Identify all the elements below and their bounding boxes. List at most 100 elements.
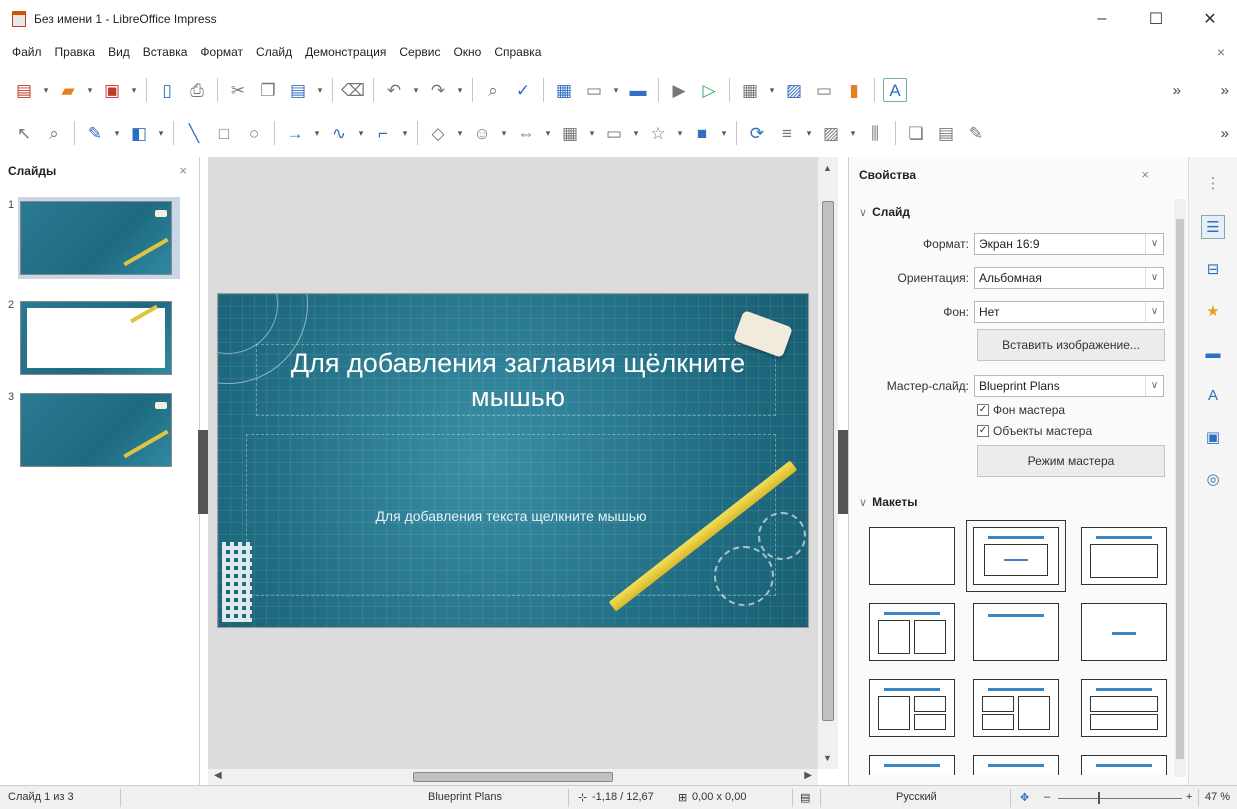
menu-view[interactable]: Вид bbox=[108, 45, 130, 59]
crop-icon[interactable]: ▤ bbox=[934, 121, 958, 145]
rotate-icon[interactable]: ⟳ bbox=[745, 121, 769, 145]
curve-tool-icon[interactable]: ∿ bbox=[327, 121, 351, 145]
menu-edit[interactable]: Правка bbox=[55, 45, 96, 59]
stars-icon[interactable]: ☆ bbox=[646, 121, 670, 145]
scroll-right-icon[interactable]: ▶ bbox=[804, 770, 812, 781]
layout-title-content-two[interactable] bbox=[869, 679, 955, 737]
flowchart-icon[interactable]: ▦ bbox=[558, 121, 582, 145]
menu-help[interactable]: Справка bbox=[494, 45, 541, 59]
zoom-in-button[interactable]: + bbox=[1186, 791, 1192, 803]
layout-title-only-content[interactable] bbox=[1081, 527, 1167, 585]
scroll-up-icon[interactable]: ▲ bbox=[823, 163, 832, 173]
slide-transition-icon[interactable]: ⊟ bbox=[1201, 257, 1225, 281]
minimize-button[interactable]: – bbox=[1075, 0, 1129, 38]
current-slide[interactable]: Для добавления заглавия щёлкните мышью Д… bbox=[218, 294, 808, 627]
layout-title-content-over[interactable] bbox=[1081, 679, 1167, 737]
insert-image-icon[interactable]: ▨ bbox=[782, 78, 806, 102]
master-slide-select[interactable]: Blueprint Plans ∨ bbox=[974, 375, 1164, 397]
slide-section-header[interactable]: ∨ Слайд bbox=[859, 205, 910, 219]
layout-title-content[interactable] bbox=[966, 520, 1066, 592]
layout-centered-text[interactable] bbox=[1081, 603, 1167, 661]
stars-dropdown-icon[interactable]: ▾ bbox=[676, 121, 684, 145]
block-arrows-icon[interactable]: ⇔ bbox=[514, 121, 538, 145]
menu-file[interactable]: Файл bbox=[12, 45, 42, 59]
menu-insert[interactable]: Вставка bbox=[143, 45, 188, 59]
slide-thumbnail-2[interactable]: 2 bbox=[8, 297, 180, 379]
workspace-horizontal-scrollbar[interactable]: ◀ ▶ bbox=[208, 769, 818, 785]
animation-icon[interactable]: ★ bbox=[1201, 299, 1225, 323]
block-arrows-dropdown-icon[interactable]: ▾ bbox=[544, 121, 552, 145]
insert-image-button[interactable]: Вставить изображение... bbox=[977, 329, 1165, 361]
print-icon[interactable]: ⎙ bbox=[185, 78, 209, 102]
callout-dropdown-icon[interactable]: ▾ bbox=[632, 121, 640, 145]
navigator-icon[interactable]: ◎ bbox=[1201, 467, 1225, 491]
insert-textbox-icon[interactable]: A bbox=[883, 78, 907, 102]
master-slide-icon[interactable]: ▬ bbox=[626, 78, 650, 102]
close-window-button[interactable]: ✕ bbox=[1183, 0, 1237, 38]
fill-color-dropdown-icon[interactable]: ▾ bbox=[157, 121, 165, 145]
symbol-shapes-icon[interactable]: ☺ bbox=[470, 121, 494, 145]
layout-partial[interactable] bbox=[1081, 755, 1167, 775]
new-dropdown-icon[interactable]: ▾ bbox=[42, 78, 50, 102]
insert-media-icon[interactable]: ▭ bbox=[812, 78, 836, 102]
close-properties-button[interactable]: × bbox=[1141, 167, 1149, 182]
zoom-percent[interactable]: 47 % bbox=[1205, 791, 1230, 803]
close-document-button[interactable]: × bbox=[1217, 44, 1225, 60]
save-dropdown-icon[interactable]: ▾ bbox=[130, 78, 138, 102]
spelling-icon[interactable]: ✓ bbox=[511, 78, 535, 102]
distribute-icon[interactable]: ⫼ bbox=[863, 121, 887, 145]
maximize-button[interactable]: ☐ bbox=[1129, 0, 1183, 38]
master-slide-name[interactable]: Blueprint Plans bbox=[428, 791, 502, 803]
menu-slide[interactable]: Слайд bbox=[256, 45, 292, 59]
scroll-thumb[interactable] bbox=[413, 772, 613, 782]
cut-icon[interactable]: ✂ bbox=[226, 78, 250, 102]
filter-icon[interactable]: ✎ bbox=[964, 121, 988, 145]
display-views-icon[interactable]: ▭ bbox=[582, 78, 606, 102]
workspace-vertical-scrollbar[interactable]: ▲ ▼ bbox=[818, 157, 838, 769]
slide-thumbnail-1[interactable]: 1 bbox=[8, 197, 180, 279]
align-dropdown-icon[interactable]: ▾ bbox=[805, 121, 813, 145]
toolbar-overflow-icon[interactable]: » bbox=[1221, 82, 1229, 99]
menu-slideshow[interactable]: Демонстрация bbox=[305, 45, 386, 59]
redo-dropdown-icon[interactable]: ▾ bbox=[456, 78, 464, 102]
callout-icon[interactable]: ▭ bbox=[602, 121, 626, 145]
layout-title-two-content[interactable] bbox=[869, 603, 955, 661]
layout-partial[interactable] bbox=[869, 755, 955, 775]
background-select[interactable]: Нет ∨ bbox=[974, 301, 1164, 323]
clone-formatting-icon[interactable]: ⌫ bbox=[341, 78, 365, 102]
slide-thumbnail-3[interactable]: 3 bbox=[8, 389, 180, 471]
layouts-section-header[interactable]: ∨ Макеты bbox=[859, 495, 918, 509]
master-mode-button[interactable]: Режим мастера bbox=[977, 445, 1165, 477]
zoom-slider[interactable] bbox=[1058, 798, 1182, 799]
scroll-thumb[interactable] bbox=[1176, 219, 1184, 759]
open-folder-icon[interactable]: ▰ bbox=[56, 78, 80, 102]
display-grid-icon[interactable]: ▦ bbox=[552, 78, 576, 102]
arrange-dropdown-icon[interactable]: ▾ bbox=[849, 121, 857, 145]
master-background-checkbox[interactable]: ✓ Фон мастера bbox=[977, 403, 1065, 417]
undo-dropdown-icon[interactable]: ▾ bbox=[412, 78, 420, 102]
3d-objects-dropdown-icon[interactable]: ▾ bbox=[720, 121, 728, 145]
left-pane-splitter[interactable] bbox=[198, 430, 208, 514]
curve-dropdown-icon[interactable]: ▾ bbox=[357, 121, 365, 145]
scroll-thumb[interactable] bbox=[822, 201, 834, 721]
find-replace-icon[interactable]: ⌕ bbox=[481, 78, 505, 102]
shadow-icon[interactable]: ❏ bbox=[904, 121, 928, 145]
table-dropdown-icon[interactable]: ▾ bbox=[768, 78, 776, 102]
copy-icon[interactable]: ❐ bbox=[256, 78, 280, 102]
open-dropdown-icon[interactable]: ▾ bbox=[86, 78, 94, 102]
display-views-dropdown-icon[interactable]: ▾ bbox=[612, 78, 620, 102]
ellipse-tool-icon[interactable]: ○ bbox=[242, 121, 266, 145]
properties-scrollbar[interactable] bbox=[1174, 199, 1186, 777]
gallery-icon[interactable]: ▣ bbox=[1201, 425, 1225, 449]
start-current-slide-icon[interactable]: ▷ bbox=[697, 78, 721, 102]
toolbar-overflow-icon[interactable]: » bbox=[1221, 125, 1229, 142]
menu-format[interactable]: Формат bbox=[200, 45, 243, 59]
export-pdf-icon[interactable]: ▯ bbox=[155, 78, 179, 102]
layout-title-only[interactable] bbox=[973, 603, 1059, 661]
menu-tools[interactable]: Сервис bbox=[399, 45, 440, 59]
3d-objects-icon[interactable]: ■ bbox=[690, 121, 714, 145]
arrange-icon[interactable]: ▨ bbox=[819, 121, 843, 145]
zoom-pan-icon[interactable]: ⌕ bbox=[42, 121, 66, 145]
scroll-down-icon[interactable]: ▼ bbox=[823, 753, 832, 763]
scroll-left-icon[interactable]: ◀ bbox=[214, 770, 222, 781]
